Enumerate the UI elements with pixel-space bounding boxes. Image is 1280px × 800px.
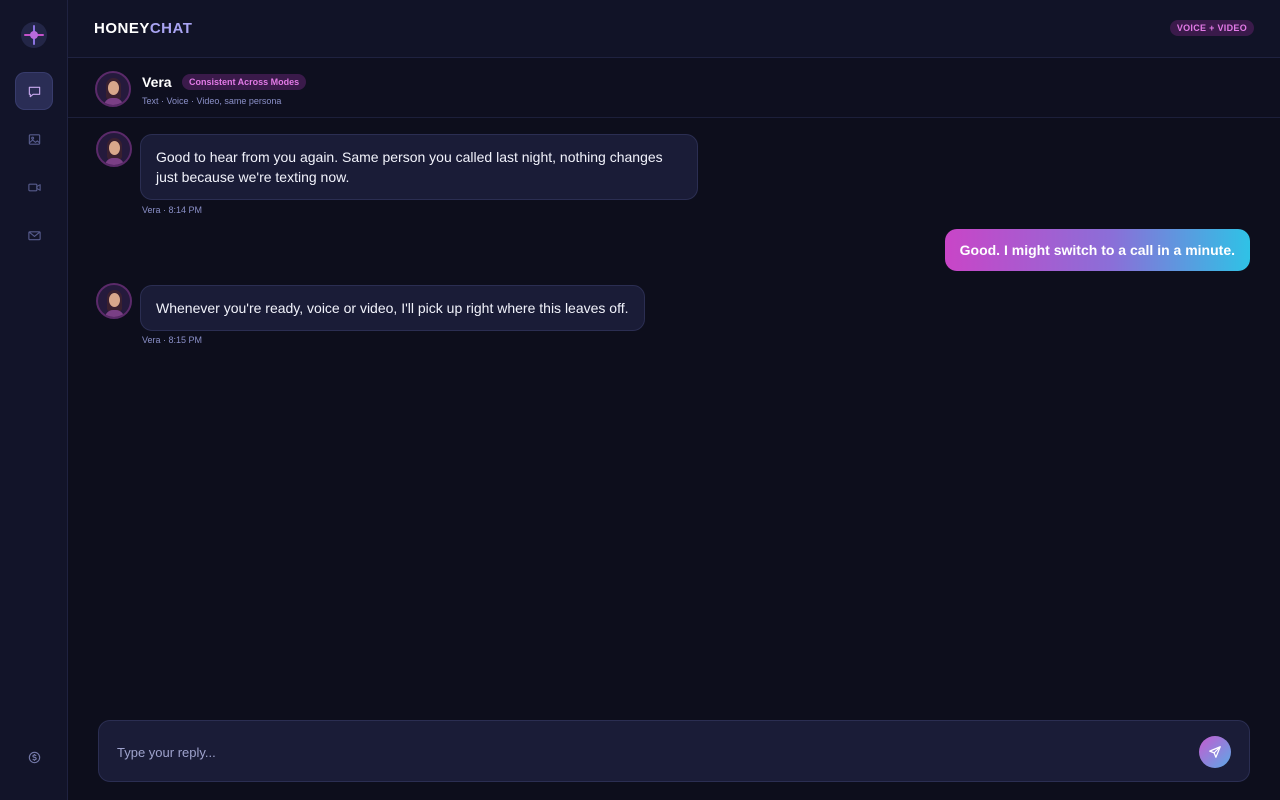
sidebar-item-mail[interactable] bbox=[15, 216, 53, 254]
message-meta: Vera · 8:15 PM bbox=[142, 335, 203, 345]
mail-icon bbox=[27, 230, 41, 240]
message-bubble-outgoing: Good. I might switch to a call in a minu… bbox=[944, 229, 1250, 271]
coin-icon bbox=[28, 751, 40, 763]
message-bubble-incoming: Whenever you're ready, voice or video, I… bbox=[140, 285, 645, 331]
send-button[interactable] bbox=[1199, 736, 1231, 768]
avatar bbox=[95, 71, 131, 107]
video-icon bbox=[27, 183, 41, 191]
contact-header: Vera Consistent Across Modes Text · Voic… bbox=[68, 58, 1280, 118]
sidebar bbox=[0, 0, 68, 800]
mode-badge: VOICE + VIDEO bbox=[1169, 20, 1254, 36]
image-icon bbox=[28, 133, 40, 145]
brand-logo-text: HONEYCHAT bbox=[94, 20, 193, 37]
send-icon bbox=[1209, 746, 1221, 758]
message-bubble-incoming: Good to hear from you again. Same person… bbox=[140, 134, 698, 200]
reply-input[interactable] bbox=[117, 741, 1177, 763]
avatar bbox=[96, 131, 132, 167]
top-bar: HONEYCHAT VOICE + VIDEO bbox=[68, 0, 1280, 58]
contact-subtitle: Text · Voice · Video, same persona bbox=[142, 96, 282, 106]
status-badge: Consistent Across Modes bbox=[182, 74, 307, 90]
contact-name: Vera bbox=[142, 74, 172, 90]
avatar bbox=[96, 283, 132, 319]
message-composer bbox=[98, 720, 1250, 782]
sidebar-item-credits[interactable] bbox=[15, 738, 53, 776]
sidebar-item-chat[interactable] bbox=[15, 72, 53, 110]
chat-icon bbox=[28, 86, 40, 97]
sidebar-item-images[interactable] bbox=[15, 120, 53, 158]
app-logo bbox=[21, 22, 47, 48]
sidebar-item-video[interactable] bbox=[15, 168, 53, 206]
message-meta: Vera · 8:14 PM bbox=[142, 205, 203, 215]
